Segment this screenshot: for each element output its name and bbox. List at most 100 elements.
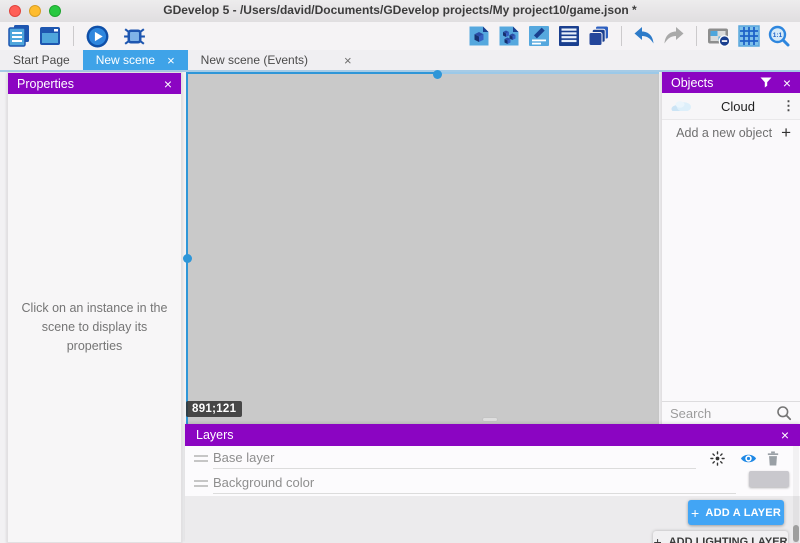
tab-new-scene[interactable]: New scene × [83, 50, 188, 70]
close-icon[interactable]: × [781, 428, 789, 442]
plus-icon: + [654, 535, 662, 543]
preview-play-icon [85, 24, 110, 49]
plus-icon: + [691, 506, 699, 520]
close-window-button[interactable] [9, 5, 21, 17]
grid-icon [737, 24, 761, 48]
add-lighting-layer-label: ADD LIGHTING LAYER [669, 536, 788, 543]
preview-button[interactable] [84, 23, 110, 49]
undo-arrow-icon [632, 24, 656, 48]
tab-close-icon[interactable]: × [167, 54, 175, 67]
zoom-100-button[interactable]: 1:1 [766, 23, 792, 49]
close-icon[interactable]: × [164, 77, 172, 91]
resize-handle-top[interactable] [433, 70, 442, 79]
toolbar-right-group: 1:1 [466, 22, 792, 50]
layer-name-field[interactable]: Base layer [213, 450, 696, 469]
gdevelop-window: GDevelop 5 - /Users/david/Documents/GDev… [0, 0, 800, 543]
plus-icon: + [781, 124, 791, 141]
objects-search-input[interactable] [670, 406, 776, 421]
debug-button[interactable] [121, 23, 147, 49]
titlebar: GDevelop 5 - /Users/david/Documents/GDev… [0, 0, 800, 23]
tab-new-scene-events[interactable]: New scene (Events) × [188, 50, 365, 70]
objects-panel-title: Objects [671, 76, 760, 90]
tabbar: Start Page New scene × New scene (Events… [0, 50, 800, 72]
tab-label: Start Page [13, 53, 70, 67]
window-border-top [437, 72, 659, 74]
window-mask-button[interactable] [706, 23, 732, 49]
filter-icon[interactable] [760, 77, 772, 88]
properties-editor-button[interactable] [526, 23, 552, 49]
add-object-button[interactable]: Add a new object + [662, 120, 800, 145]
window-title: GDevelop 5 - /Users/david/Documents/GDev… [0, 0, 800, 21]
window-mask-icon [706, 24, 732, 49]
layers-stack-icon [587, 24, 611, 48]
objects-panel: Objects × Cloud ⋮ Add a new object + [661, 72, 800, 424]
layers-editor-button[interactable] [586, 23, 612, 49]
layers-panel-title: Layers [196, 428, 781, 442]
layer-name-field[interactable]: Background color [213, 475, 736, 494]
layers-panel-header: Layers × [185, 424, 800, 446]
add-object-label: Add a new object [676, 126, 772, 140]
object-list-item-cloud[interactable]: Cloud ⋮ [662, 93, 800, 120]
eye-icon [740, 452, 757, 465]
object-groups-icon [497, 24, 521, 48]
start-page-window-icon [38, 24, 62, 48]
drag-handle-icon[interactable] [194, 455, 208, 462]
objects-editor-button[interactable] [466, 23, 492, 49]
toolbar: 1:1 [0, 22, 800, 50]
redo-button[interactable] [661, 23, 687, 49]
properties-panel-header: Properties × [8, 73, 181, 94]
project-manager-icon [7, 24, 31, 48]
add-layer-label: ADD A LAYER [705, 507, 781, 519]
close-icon[interactable]: × [783, 76, 791, 90]
properties-empty-message: Click on an instance in the scene to dis… [16, 299, 173, 355]
instances-list-button[interactable] [556, 23, 582, 49]
layer-visibility-button[interactable] [740, 450, 757, 467]
layer-row-background: Background color [185, 471, 800, 496]
scene-canvas[interactable]: 891;121 [186, 72, 659, 424]
add-lighting-layer-button[interactable]: + ADD LIGHTING LAYER [653, 531, 788, 543]
properties-panel-title: Properties [17, 77, 164, 91]
layer-row-base: Base layer [185, 446, 800, 471]
selection-border-left [186, 72, 188, 424]
toolbar-left-group [6, 23, 147, 49]
traffic-lights [9, 5, 61, 17]
svg-text:1:1: 1:1 [773, 32, 783, 39]
background-color-swatch[interactable] [749, 471, 789, 487]
objects-panel-header: Objects × [662, 72, 800, 93]
undo-button[interactable] [631, 23, 657, 49]
maximize-window-button[interactable] [49, 5, 61, 17]
drag-handle-icon[interactable] [194, 480, 208, 487]
project-manager-button[interactable] [6, 23, 32, 49]
toolbar-separator [73, 26, 74, 46]
resize-handle-left[interactable] [183, 254, 192, 263]
add-layer-button[interactable]: + ADD A LAYER [688, 500, 784, 525]
cloud-icon [670, 100, 694, 113]
objects-search-row [662, 401, 800, 424]
layers-scrollbar[interactable] [793, 525, 799, 542]
object-groups-button[interactable] [496, 23, 522, 49]
layer-effects-button[interactable] [709, 450, 726, 467]
toolbar-separator [696, 26, 697, 46]
toolbar-separator [621, 26, 622, 46]
debug-bug-icon [122, 24, 147, 49]
search-icon[interactable] [776, 405, 792, 421]
tab-close-icon[interactable]: × [344, 54, 352, 67]
properties-pencil-icon [527, 24, 551, 48]
tab-label: New scene (Events) [201, 53, 308, 67]
instances-list-icon [557, 24, 581, 48]
layer-delete-button[interactable] [764, 450, 781, 467]
horizontal-scrollbar[interactable] [482, 417, 498, 422]
object-name: Cloud [694, 99, 782, 114]
objects-editor-icon [467, 24, 491, 48]
minimize-window-button[interactable] [29, 5, 41, 17]
zoom-1-1-icon: 1:1 [767, 24, 791, 48]
properties-panel: Properties × Click on an instance in the… [7, 72, 182, 543]
layers-panel: Layers × Base layer [185, 424, 800, 543]
grid-button[interactable] [736, 23, 762, 49]
effects-icon [710, 451, 725, 466]
tab-label: New scene [96, 53, 155, 67]
object-menu-icon[interactable]: ⋮ [782, 98, 792, 114]
start-page-button[interactable] [37, 23, 63, 49]
selection-border-top [186, 72, 437, 74]
tab-start-page[interactable]: Start Page [0, 50, 83, 70]
